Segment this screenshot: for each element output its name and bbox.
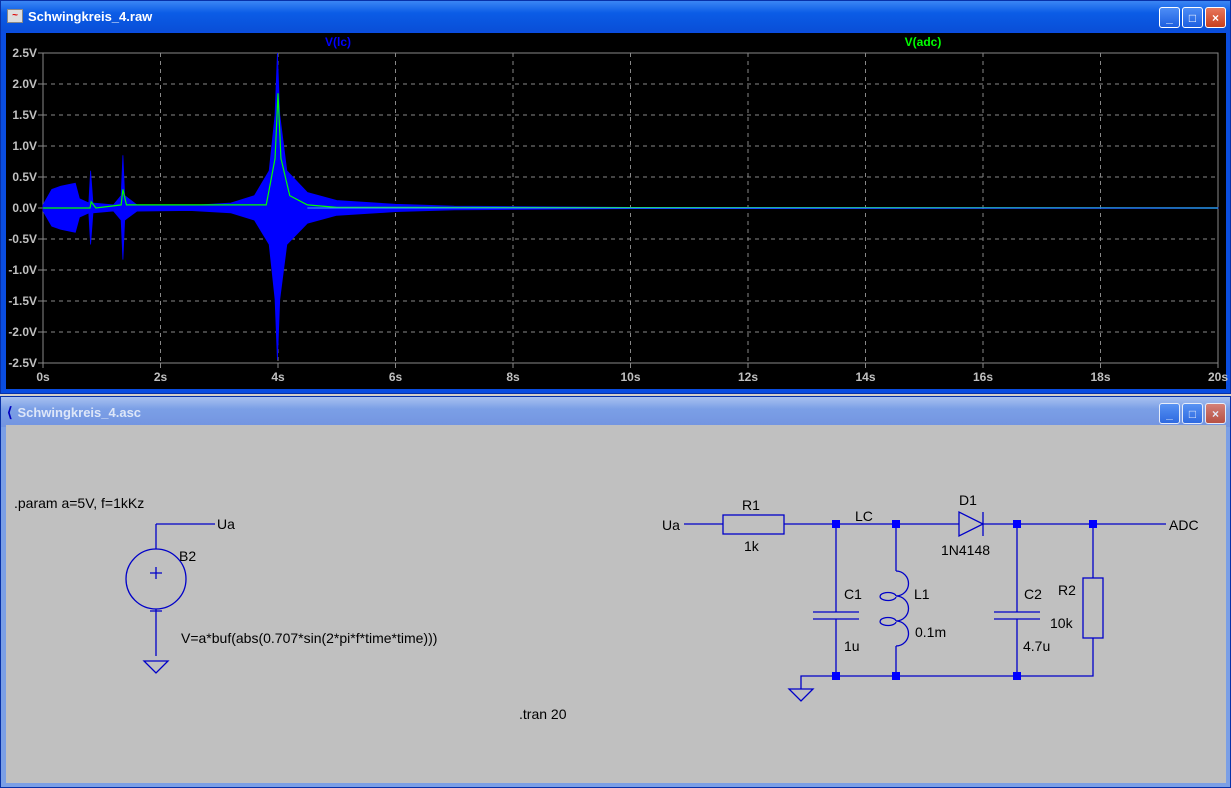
d1-label: D1 — [959, 492, 977, 508]
diode-d1[interactable] — [958, 510, 985, 538]
r1-value[interactable]: 1k — [744, 538, 760, 554]
close-button[interactable]: × — [1205, 7, 1226, 28]
y-tick-label: 2.5V — [12, 46, 37, 60]
y-tick-label: 0.0V — [12, 201, 37, 215]
y-tick-label: -0.5V — [8, 232, 37, 246]
net-label-adc[interactable]: ADC — [1169, 517, 1199, 533]
waveform-icon: ~ — [7, 9, 23, 23]
plot-window: ~ Schwingkreis_4.raw _ □ × 0s 2s 4s 6s 8s 10s… — [0, 0, 1231, 394]
c1-label: C1 — [844, 586, 862, 602]
waveform-plot[interactable]: 0s 2s 4s 6s 8s 10s 12s 14s 16s 18s 20s 2.5V 2.0V 1.5V… — [6, 33, 1228, 391]
capacitor-c1[interactable] — [813, 611, 859, 620]
y-tick-label: -1.0V — [8, 263, 37, 277]
r1-label: R1 — [742, 497, 760, 513]
schematic-window-titlebar[interactable]: ⟨ Schwingkreis_4.asc _ □ × — [1, 397, 1230, 427]
y-tick-label: 1.5V — [12, 108, 37, 122]
y-tick-label: -1.5V — [8, 294, 37, 308]
c2-value[interactable]: 4.7u — [1023, 638, 1050, 654]
net-label-ua-in[interactable]: Ua — [662, 517, 680, 533]
net-label-lc[interactable]: LC — [855, 508, 873, 524]
b2-label: B2 — [179, 548, 196, 564]
schematic-window-title: Schwingkreis_4.asc — [17, 404, 142, 420]
net-label-ua[interactable]: Ua — [217, 516, 235, 532]
param-directive[interactable]: .param a=5V, f=1kKz — [14, 495, 144, 511]
x-tick-label: 20s — [1208, 370, 1228, 384]
x-tick-label: 12s — [738, 370, 758, 384]
ground-icon — [142, 660, 170, 674]
capacitor-c2[interactable] — [994, 611, 1040, 620]
legend-vlc: V(lc) — [325, 35, 351, 49]
x-tick-label: 16s — [973, 370, 993, 384]
x-tick-label: 2s — [154, 370, 168, 384]
x-tick-label: 6s — [389, 370, 403, 384]
x-tick-label: 18s — [1090, 370, 1110, 384]
close-button[interactable]: × — [1205, 403, 1226, 424]
x-tick-label: 14s — [855, 370, 875, 384]
x-tick-label: 4s — [271, 370, 285, 384]
ltspice-icon: ⟨ — [7, 403, 13, 420]
y-tick-label: 0.5V — [12, 170, 37, 184]
tran-directive[interactable]: .tran 20 — [519, 706, 567, 722]
schematic-canvas[interactable]: .param a=5V, f=1kKz Ua B2 V=a*buf(abs(0.… — [6, 425, 1226, 783]
maximize-button[interactable]: □ — [1182, 403, 1203, 424]
l1-label: L1 — [914, 586, 930, 602]
maximize-button[interactable]: □ — [1182, 7, 1203, 28]
c1-value[interactable]: 1u — [844, 638, 860, 654]
y-tick-label: 2.0V — [12, 77, 37, 91]
plot-window-titlebar[interactable]: ~ Schwingkreis_4.raw _ □ × — [1, 1, 1230, 31]
x-tick-label: 8s — [506, 370, 520, 384]
x-tick-label: 0s — [36, 370, 50, 384]
y-tick-label: -2.0V — [8, 325, 37, 339]
resistor-r1[interactable] — [722, 514, 785, 535]
plus-sign — [150, 567, 162, 612]
l1-value[interactable]: 0.1m — [915, 624, 946, 640]
plot-pane[interactable]: 0s 2s 4s 6s 8s 10s 12s 14s 16s 18s 20s 2.5V 2.0V 1.5V… — [6, 33, 1228, 391]
ground-icon — [787, 688, 815, 702]
plot-window-title: Schwingkreis_4.raw — [28, 8, 153, 24]
r2-value[interactable]: 10k — [1050, 615, 1074, 631]
d1-value[interactable]: 1N4148 — [941, 542, 990, 558]
c2-label: C2 — [1024, 586, 1042, 602]
legend-vadc: V(adc) — [905, 35, 942, 49]
y-tick-label: -2.5V — [8, 356, 37, 370]
minimize-button[interactable]: _ — [1159, 7, 1180, 28]
resistor-r2[interactable] — [1082, 577, 1104, 639]
minimize-button[interactable]: _ — [1159, 403, 1180, 424]
inductor-l1[interactable] — [879, 570, 910, 647]
b2-value[interactable]: V=a*buf(abs(0.707*sin(2*pi*f*time*time))… — [181, 630, 437, 646]
y-tick-label: 1.0V — [12, 139, 37, 153]
schematic-window: ⟨ Schwingkreis_4.asc _ □ × .param a=5V, … — [0, 396, 1231, 788]
x-tick-label: 10s — [620, 370, 640, 384]
r2-label: R2 — [1058, 582, 1076, 598]
